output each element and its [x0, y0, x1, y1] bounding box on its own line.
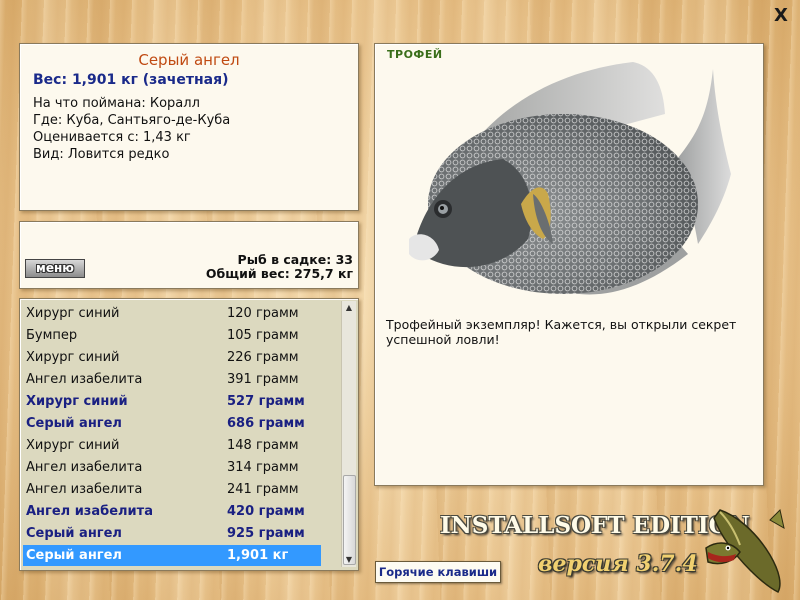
catch-list-row[interactable]: Хирург синий 148 грамм — [23, 435, 321, 456]
catch-fish-weight: 527 грамм — [227, 394, 305, 409]
catch-fish-name: Ангел изабелита — [26, 372, 143, 387]
scroll-thumb[interactable] — [343, 475, 356, 565]
catch-fish-name: Серый ангел — [26, 416, 122, 431]
catch-fish-name: Хирург синий — [26, 350, 120, 365]
catch-fish-weight: 420 грамм — [227, 504, 305, 519]
catch-list-row[interactable]: Ангел изабелита 391 грамм — [23, 369, 321, 390]
catch-fish-name: Ангел изабелита — [26, 482, 143, 497]
grey-angelfish-image — [409, 62, 731, 295]
scrollbar[interactable]: ▲ ▼ — [341, 301, 356, 567]
valued-line: Оценивается с: 1,43 кг — [33, 130, 191, 145]
location-line: Где: Куба, Сантьяго-де-Куба — [33, 113, 231, 128]
hotkeys-button[interactable]: Горячие клавиши — [375, 561, 501, 583]
catch-fish-weight: 120 грамм — [227, 306, 299, 321]
catch-fish-weight: 1,901 кг — [227, 548, 289, 563]
catch-list-row[interactable]: Серый ангел 1,901 кг — [23, 545, 321, 566]
catch-fish-name: Ангел изабелита — [26, 504, 153, 519]
catch-fish-weight: 105 грамм — [227, 328, 299, 343]
fish-title: Серый ангел — [138, 51, 240, 69]
catch-fish-name: Хирург синий — [26, 438, 120, 453]
pike-logo-icon — [705, 509, 785, 593]
catch-list: Хирург синий 120 грамм Бумпер 105 грамм Хиру… — [19, 298, 359, 571]
catch-fish-name: Серый ангел — [26, 548, 122, 563]
net-summary-panel: меню Рыб в садке: 33 Общий вес: 275,7 кг — [19, 221, 359, 289]
fish-weight: Вес: 1,901 кг (зачетная) — [33, 72, 229, 88]
fish-count: Рыб в садке: 33 — [237, 252, 353, 267]
catch-fish-name: Хирург синий — [26, 394, 128, 409]
catch-fish-weight: 391 грамм — [227, 372, 299, 387]
catch-list-row[interactable]: Ангел изабелита 314 грамм — [23, 457, 321, 478]
total-weight: Общий вес: 275,7 кг — [205, 266, 353, 281]
catch-fish-name: Серый ангел — [26, 526, 122, 541]
bait-line: На что поймана: Коралл — [33, 96, 200, 111]
catch-list-row[interactable]: Хирург синий 527 грамм — [23, 391, 321, 412]
catch-list-row[interactable]: Хирург синий 226 грамм — [23, 347, 321, 368]
catch-list-row[interactable]: Бумпер 105 грамм — [23, 325, 321, 346]
catch-fish-weight: 148 грамм — [227, 438, 299, 453]
version-label: версия 3.7.4 — [538, 551, 698, 577]
trophy-panel: ТРОФЕЙ Трофейный экземпляр! Кажется, вы … — [374, 43, 764, 486]
rarity-line: Вид: Ловится редко — [33, 147, 170, 162]
catch-list-row[interactable]: Серый ангел 925 грамм — [23, 523, 321, 544]
catch-fish-name: Бумпер — [26, 328, 78, 343]
catch-list-row[interactable]: Ангел изабелита 241 грамм — [23, 479, 321, 500]
close-button[interactable]: X — [771, 6, 791, 26]
catch-fish-weight: 925 грамм — [227, 526, 305, 541]
catch-fish-weight: 226 грамм — [227, 350, 299, 365]
catch-list-row[interactable]: Ангел изабелита 420 грамм — [23, 501, 321, 522]
trophy-message: Трофейный экземпляр! Кажется, вы открыли… — [386, 317, 737, 347]
catch-list-row[interactable]: Хирург синий 120 грамм — [23, 303, 321, 324]
catch-fish-name: Хирург синий — [26, 306, 120, 321]
menu-button[interactable]: меню — [25, 259, 85, 278]
catch-fish-weight: 241 грамм — [227, 482, 299, 497]
catch-fish-name: Ангел изабелита — [26, 460, 143, 475]
scroll-down-icon[interactable]: ▼ — [342, 553, 356, 567]
catch-fish-weight: 686 грамм — [227, 416, 305, 431]
fish-info-panel: Серый ангел Вес: 1,901 кг (зачетная) На … — [19, 43, 359, 211]
scroll-up-icon[interactable]: ▲ — [342, 301, 356, 315]
catch-fish-weight: 314 грамм — [227, 460, 299, 475]
catch-list-row[interactable]: Серый ангел 686 грамм — [23, 413, 321, 434]
